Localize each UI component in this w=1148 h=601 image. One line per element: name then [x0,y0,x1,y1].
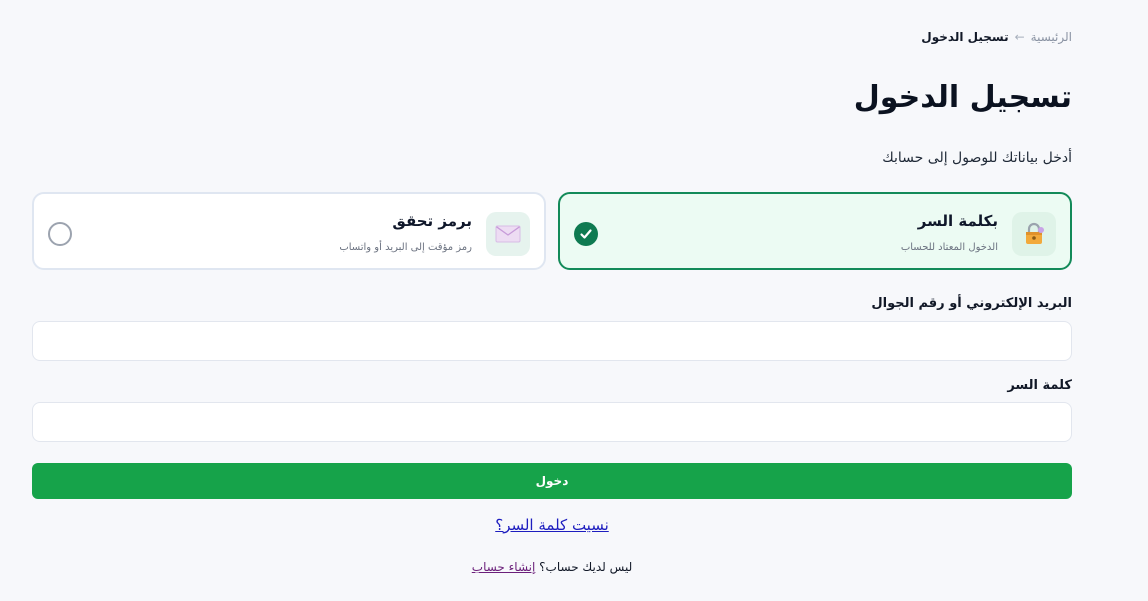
radio-unchecked-icon[interactable] [48,222,72,246]
identifier-label: البريد الإلكتروني أو رقم الجوال [871,296,1072,311]
page-title: تسجيل الدخول [853,80,1072,115]
check-circle-icon [574,222,598,246]
password-input[interactable] [32,402,1072,442]
method-title: بكلمة السر [917,212,998,230]
method-description: الدخول المعتاد للحساب [900,242,998,253]
forgot-password-link[interactable]: نسيت كلمة السر؟ [32,516,1072,534]
login-submit-button[interactable]: دخول [32,463,1072,499]
signup-row: ليس لديك حساب؟ إنشاء حساب [32,560,1072,574]
identifier-input[interactable] [32,321,1072,361]
method-title: برمز تحقق [392,212,472,230]
breadcrumb-current: تسجيل الدخول [921,30,1009,44]
lock-icon [1012,212,1056,256]
breadcrumb: الرئيسية ← تسجيل الدخول [921,30,1072,44]
password-label: كلمة السر [1007,378,1072,393]
breadcrumb-home-link[interactable]: الرئيسية [1031,30,1072,44]
page-subtitle: أدخل بياناتك للوصول إلى حسابك [882,150,1072,166]
envelope-icon [486,212,530,256]
create-account-link[interactable]: إنشاء حساب [472,560,536,574]
breadcrumb-arrow-icon: ← [1014,30,1025,44]
method-description: رمز مؤقت إلى البريد أو واتساب [339,242,472,253]
login-page: الرئيسية ← تسجيل الدخول تسجيل الدخول أدخ… [32,0,1072,601]
login-method-selector: بكلمة السر الدخول المعتاد للحساب برمز تح… [32,192,1072,274]
method-card-otp[interactable]: برمز تحقق رمز مؤقت إلى البريد أو واتساب [32,192,546,270]
method-card-password[interactable]: بكلمة السر الدخول المعتاد للحساب [558,192,1072,270]
no-account-text: ليس لديك حساب؟ [539,560,633,574]
